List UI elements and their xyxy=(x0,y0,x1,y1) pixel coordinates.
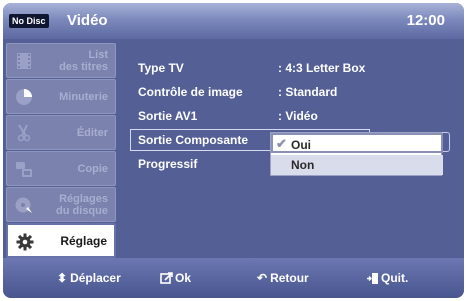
sidebar-item-label: du disque xyxy=(56,204,108,217)
sidebar-item-setup[interactable]: Réglage xyxy=(6,223,116,258)
hint-move: ⬍ Déplacer xyxy=(57,271,121,285)
sidebar-item-copy[interactable]: Copie xyxy=(6,151,116,186)
film-icon xyxy=(17,53,31,69)
setting-value-image-control: : Standard xyxy=(278,85,338,99)
hint-ok-label: Ok xyxy=(175,271,192,285)
scissors-icon xyxy=(17,124,31,142)
setting-label-tv-type[interactable]: Type TV xyxy=(138,61,184,75)
hint-ok: Ok xyxy=(160,271,191,285)
sidebar-item-label: Réglages xyxy=(59,192,108,205)
copy-icon xyxy=(16,162,32,177)
dropdown-option-label: Oui xyxy=(291,138,311,152)
sidebar: List des titres Minuterie Éditer Copie R… xyxy=(3,39,118,258)
up-down-arrows-icon: ⬍ xyxy=(57,271,68,285)
hint-back: ↶ Retour xyxy=(257,271,309,285)
sidebar-item-label: List xyxy=(88,48,108,61)
setting-label-image-control[interactable]: Contrôle de image xyxy=(138,85,243,99)
dropdown-option-label: Non xyxy=(291,158,315,172)
sidebar-item-disc-settings[interactable]: Réglages du disque xyxy=(6,187,116,222)
check-icon: ✔ xyxy=(276,136,287,151)
return-icon: ↶ xyxy=(257,271,268,285)
dropdown-edge xyxy=(442,132,450,152)
hint-move-label: Déplacer xyxy=(70,271,121,285)
disc-icon xyxy=(15,197,32,213)
sidebar-item-label: Éditer xyxy=(76,126,108,139)
setting-label-av1-output[interactable]: Sortie AV1 xyxy=(138,109,197,123)
page-title: Vidéo xyxy=(67,12,108,29)
setting-label-component-output[interactable]: Sortie Composante xyxy=(138,133,248,147)
sidebar-item-label: Copie xyxy=(77,162,108,175)
setting-value-av1-output: : Vidéo xyxy=(278,109,318,123)
timer-icon xyxy=(16,89,32,105)
hint-quit: Quit. xyxy=(367,271,408,285)
enter-icon xyxy=(160,271,173,284)
hint-back-label: Retour xyxy=(270,271,309,285)
title-bar: No Disc Vidéo 12:00 xyxy=(3,3,464,39)
sidebar-item-title-list[interactable]: List des titres xyxy=(6,43,116,78)
setting-label-progressive[interactable]: Progressif xyxy=(138,157,197,171)
sidebar-item-timer[interactable]: Minuterie xyxy=(6,79,116,114)
sidebar-item-edit[interactable]: Éditer xyxy=(6,115,116,150)
hint-quit-label: Quit. xyxy=(381,271,409,285)
no-disc-badge: No Disc xyxy=(9,14,49,28)
setting-value-tv-type: : 4:3 Letter Box xyxy=(278,61,366,75)
dropdown-option-non[interactable]: Non xyxy=(271,155,443,175)
exit-icon xyxy=(367,272,378,284)
sidebar-item-label: des titres xyxy=(59,60,108,73)
button-guide-bar: ⬍ Déplacer Ok ↶ Retour Quit. xyxy=(3,258,464,298)
sidebar-item-label: Minuterie xyxy=(59,90,108,103)
clock: 12:00 xyxy=(406,12,445,29)
gear-icon xyxy=(16,233,34,251)
dropdown-option-oui[interactable]: ✔ Oui xyxy=(271,133,443,153)
osd-window: No Disc Vidéo 12:00 List des titres Minu… xyxy=(3,3,464,298)
component-output-dropdown[interactable]: ✔ Oui Non xyxy=(270,132,443,176)
sidebar-item-label: Réglage xyxy=(60,233,107,248)
